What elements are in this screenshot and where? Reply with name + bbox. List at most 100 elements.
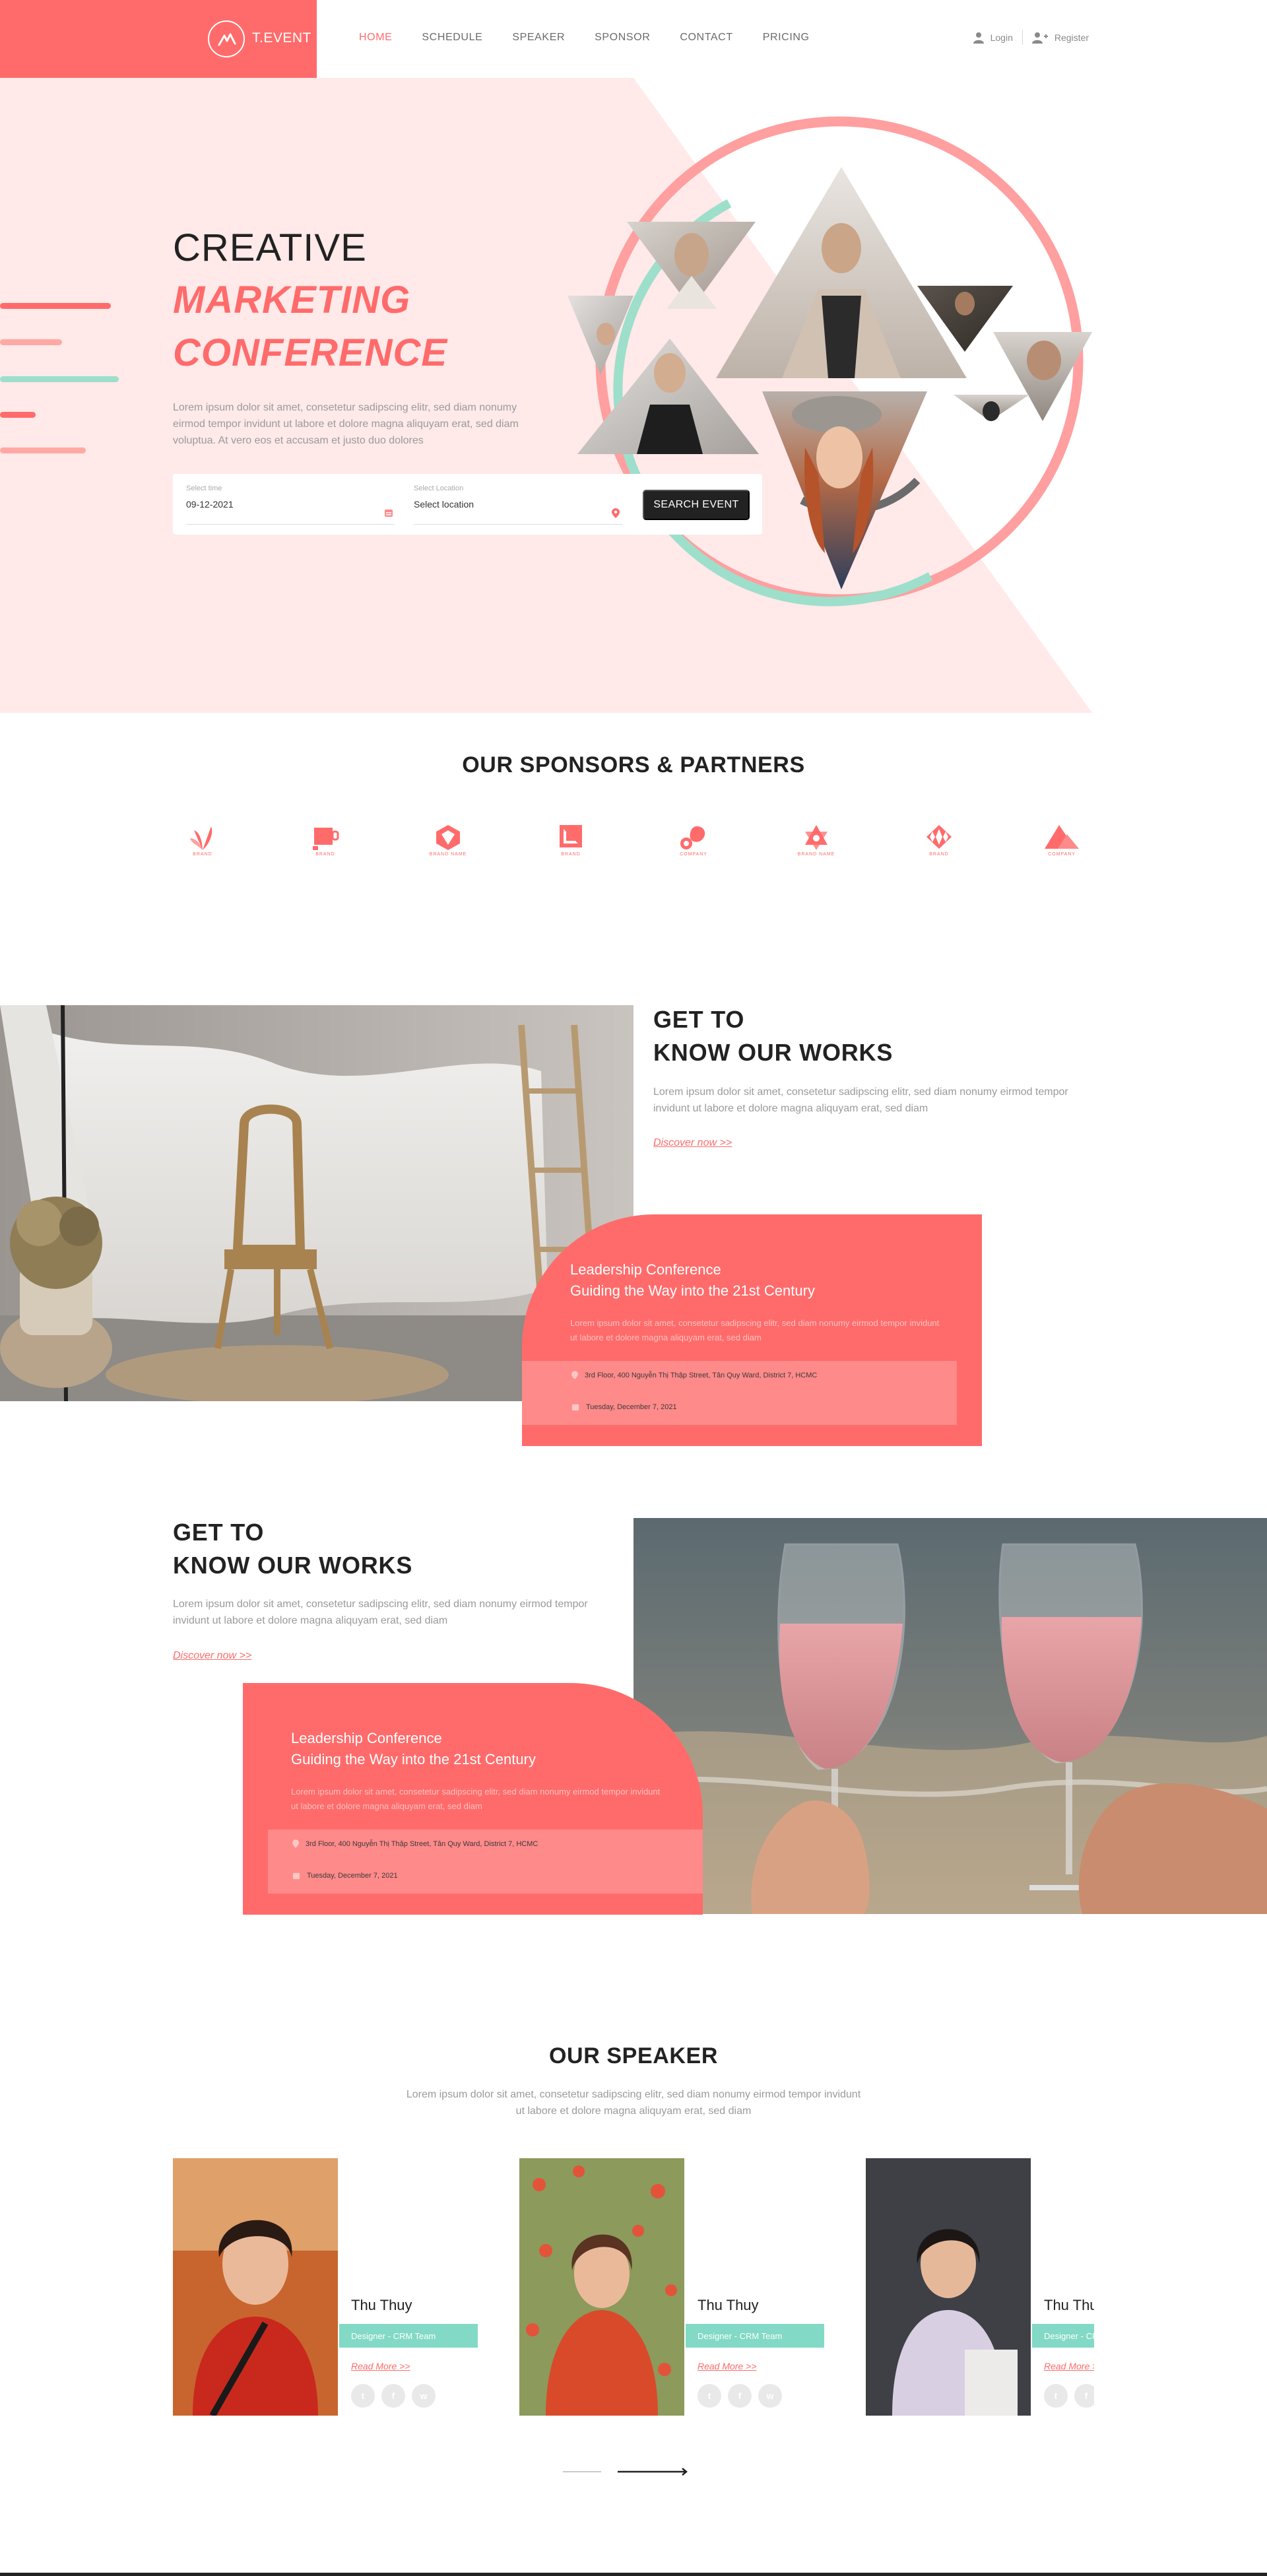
sponsor-logo-7[interactable]: BRAND (909, 824, 969, 863)
carousel-next-arrow-icon[interactable] (618, 2467, 689, 2476)
mountain-logo-icon (1045, 825, 1079, 849)
conference-address-text: 3rd Floor, 400 Nguyễn Thị Thập Street, T… (585, 1371, 818, 1379)
conference-description: Lorem ipsum dolor sit amet, consetetur s… (291, 1787, 661, 1811)
nav-pricing[interactable]: PRICING (763, 32, 810, 44)
conference-card: Leadership Conference Guiding the Way in… (243, 1683, 703, 1915)
location-field-label: Select Location (414, 484, 464, 492)
works-heading: GET TO KNOW OUR WORKS (653, 1003, 893, 1069)
calendar-icon (292, 1872, 300, 1880)
time-field[interactable]: Select time 09-12-2021 (186, 484, 395, 525)
works-heading-line1: GET TO (173, 1519, 265, 1546)
speaker-socials: t f w (351, 2384, 436, 2408)
calendar-icon (571, 1404, 579, 1411)
works-heading: GET TO KNOW OUR WORKS (173, 1516, 412, 1582)
nav-speaker[interactable]: SPEAKER (512, 32, 565, 44)
conference-title-line2: Guiding the Way into the 21st Century (291, 1751, 536, 1767)
hero-title-line2: MARKETING (173, 279, 411, 321)
location-pin-icon[interactable] (612, 508, 620, 518)
speaker-card[interactable]: Thu Thuy Designer - CRM Team Read More >… (173, 2158, 503, 2416)
works-description: Lorem ipsum dolor sit amet, consetetur s… (173, 1599, 588, 1626)
site-header: T.EVENT HOME SCHEDULE SPEAKER SPONSOR CO… (0, 0, 1267, 78)
decor-line (0, 339, 62, 345)
decor-line (0, 376, 119, 382)
speakers-description: Lorem ipsum dolor sit amet, consetetur s… (406, 2089, 861, 2117)
conference-date: Tuesday, December 7, 2021 (292, 1872, 398, 1880)
conference-title: Leadership Conference Guiding the Way in… (291, 1728, 536, 1770)
read-more-link[interactable]: Read More >> (1044, 2361, 1094, 2371)
location-field-underline (414, 524, 622, 525)
main-nav: HOME SCHEDULE SPEAKER SPONSOR CONTACT PR… (359, 32, 810, 44)
works-heading-line2: KNOW OUR WORKS (173, 1552, 413, 1579)
carousel-prev-arrow[interactable] (563, 2471, 601, 2472)
location-pin-icon (571, 1371, 578, 1379)
register-label: Register (1054, 32, 1089, 43)
location-field[interactable]: Select Location Select location (414, 484, 622, 525)
sponsor-logo-text: BRAND (193, 852, 212, 857)
location-field-value: Select location (414, 499, 474, 510)
hexagon-logo-icon (436, 825, 460, 850)
speaker-name: Thu Thuy (698, 2297, 759, 2313)
conference-card: Leadership Conference Guiding the Way in… (522, 1214, 982, 1446)
nav-schedule[interactable]: SCHEDULE (422, 32, 482, 44)
twitter-icon[interactable]: t (698, 2384, 721, 2408)
time-field-value: 09-12-2021 (186, 499, 234, 510)
read-more-link[interactable]: Read More >> (698, 2361, 757, 2371)
whatsapp-icon[interactable]: w (412, 2384, 436, 2408)
calendar-icon[interactable] (384, 508, 393, 517)
register-link[interactable]: Register (1031, 32, 1089, 44)
whatsapp-icon[interactable]: w (758, 2384, 782, 2408)
search-event-button[interactable]: SEARCH EVENT (643, 490, 750, 520)
event-search-form: Select time 09-12-2021 Select Location S… (173, 474, 762, 535)
sponsor-logo-5[interactable]: COMPANY (664, 824, 723, 863)
speaker-card[interactable]: Thu Thuy Designer - CRM Team Read More >… (866, 2158, 1094, 2416)
speaker-card[interactable]: Thu Thuy Designer - CRM Team Read More >… (519, 2158, 849, 2416)
conference-description: Lorem ipsum dolor sit amet, consetetur s… (570, 1318, 940, 1342)
twitter-icon[interactable]: t (351, 2384, 375, 2408)
time-field-underline (186, 524, 395, 525)
speaker-socials: t f w (698, 2384, 782, 2408)
facebook-icon[interactable]: f (381, 2384, 405, 2408)
discover-link[interactable]: Discover now >> (653, 1137, 732, 1149)
sponsor-logos: BRAND BRAND BRAND NAME BRAND COMPANY BRA… (173, 824, 1091, 863)
nav-sponsor[interactable]: SPONSOR (595, 32, 650, 44)
logo-mark-icon (208, 20, 245, 57)
diamond-logo-icon (926, 825, 952, 849)
works-description: Lorem ipsum dolor sit amet, consetetur s… (653, 1086, 1068, 1114)
login-label: Login (990, 32, 1013, 43)
speaker-photo (866, 2158, 1031, 2416)
auth-divider (1022, 30, 1023, 45)
conference-address: 3rd Floor, 400 Nguyễn Thị Thập Street, T… (292, 1839, 538, 1848)
logo-block[interactable]: T.EVENT (0, 0, 317, 78)
conference-address: 3rd Floor, 400 Nguyễn Thị Thập Street, T… (571, 1371, 817, 1379)
time-field-label: Select time (186, 484, 222, 492)
sponsor-logo-text: BRAND (315, 852, 335, 857)
speakers-title: OUR SPEAKER (549, 2043, 718, 2068)
conference-title-line1: Leadership Conference (291, 1730, 442, 1746)
sponsor-logo-6[interactable]: BRAND NAME (787, 824, 846, 863)
nav-home[interactable]: HOME (359, 32, 392, 44)
sponsor-logo-1[interactable]: BRAND (173, 824, 232, 863)
nav-contact[interactable]: CONTACT (680, 32, 732, 44)
facebook-icon[interactable]: f (1074, 2384, 1094, 2408)
star-logo-icon (805, 825, 828, 850)
hero-title-line3: CONFERENCE (173, 331, 448, 374)
twitter-icon[interactable]: t (1044, 2384, 1068, 2408)
sponsor-logo-3[interactable]: BRAND NAME (418, 824, 478, 863)
footer-divider (0, 2573, 1267, 2576)
facebook-icon[interactable]: f (728, 2384, 752, 2408)
sponsor-logo-2[interactable]: BRAND (296, 824, 355, 863)
conference-date-text: Tuesday, December 7, 2021 (586, 1403, 677, 1411)
sponsor-logo-text: COMPANY (680, 852, 707, 857)
cup-logo-icon (313, 828, 339, 850)
decor-line (0, 303, 111, 309)
user-icon (973, 32, 984, 44)
conference-title: Leadership Conference Guiding the Way in… (570, 1259, 815, 1302)
decor-line (0, 447, 86, 453)
discover-link[interactable]: Discover now >> (173, 1650, 251, 1662)
works-heading-line2: KNOW OUR WORKS (653, 1039, 893, 1066)
login-link[interactable]: Login (973, 32, 1013, 44)
conference-info-panel: 3rd Floor, 400 Nguyễn Thị Thập Street, T… (522, 1361, 957, 1425)
sponsor-logo-4[interactable]: BRAND (541, 824, 601, 863)
sponsor-logo-8[interactable]: COMPANY (1032, 824, 1091, 863)
read-more-link[interactable]: Read More >> (351, 2361, 410, 2371)
